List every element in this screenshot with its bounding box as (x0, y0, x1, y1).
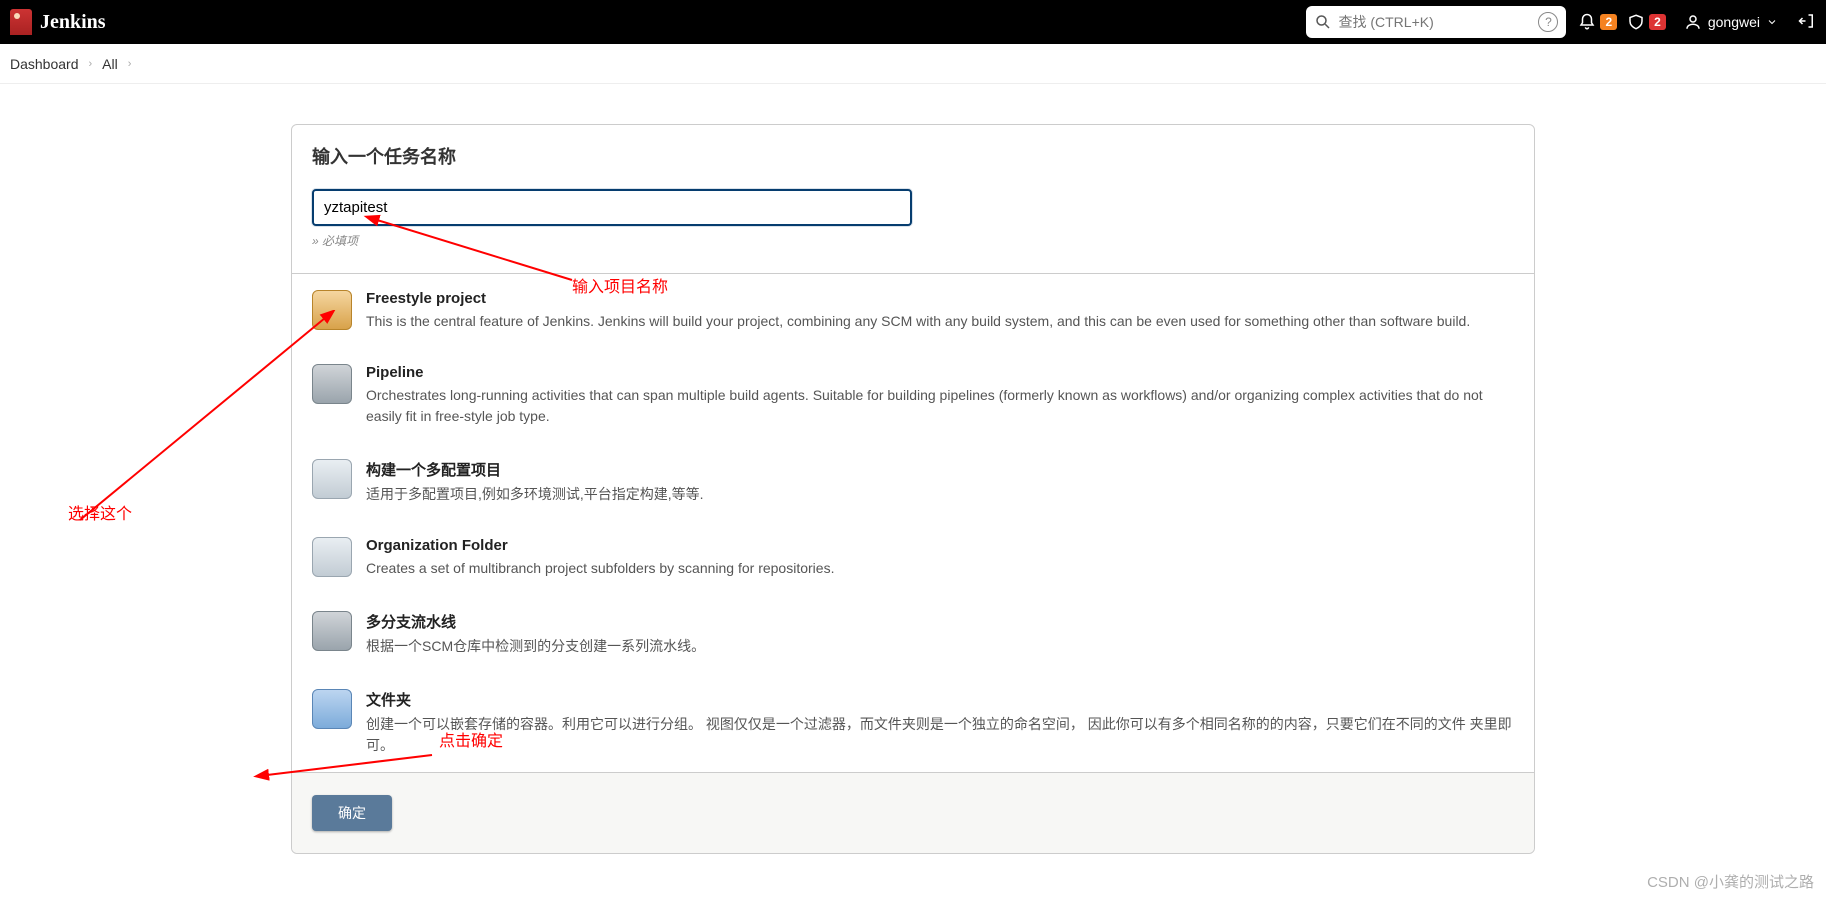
panel-footer: 确定 (292, 772, 1534, 853)
item-desc: 适用于多配置项目,例如多环境测试,平台指定构建,等等. (366, 484, 1514, 505)
ok-button[interactable]: 确定 (312, 795, 392, 831)
breadcrumb: Dashboard › All › (0, 44, 1826, 84)
item-desc: 创建一个可以嵌套存储的容器。利用它可以进行分组。 视图仅仅是一个过滤器，而文件夹… (366, 714, 1514, 756)
user-menu[interactable]: gongwei (1684, 13, 1778, 31)
chevron-right-icon: › (83, 58, 99, 70)
item-type-folder[interactable]: 文件夹 创建一个可以嵌套存储的容器。利用它可以进行分组。 视图仅仅是一个过滤器，… (312, 673, 1514, 772)
logout-button[interactable] (1798, 12, 1816, 33)
search-icon (1314, 13, 1332, 31)
breadcrumb-all[interactable]: All (102, 56, 118, 72)
required-note: » 必填项 (312, 232, 1514, 249)
bell-icon (1578, 13, 1596, 31)
item-type-multiconfig[interactable]: 构建一个多配置项目 适用于多配置项目,例如多环境测试,平台指定构建,等等. (312, 443, 1514, 521)
user-icon (1684, 13, 1702, 31)
item-title: Freestyle project (366, 290, 1514, 307)
username-label: gongwei (1708, 14, 1760, 30)
item-desc: This is the central feature of Jenkins. … (366, 311, 1514, 332)
logout-icon (1798, 12, 1816, 30)
orgfolder-icon (312, 537, 352, 577)
item-name-input[interactable] (312, 189, 912, 226)
shield-icon (1627, 13, 1645, 31)
top-bar: Jenkins ? 2 2 gongwei (0, 0, 1826, 44)
item-type-orgfolder[interactable]: Organization Folder Creates a set of mul… (312, 521, 1514, 595)
item-type-pipeline[interactable]: Pipeline Orchestrates long-running activ… (312, 348, 1514, 443)
item-desc: Orchestrates long-running activities tha… (366, 385, 1514, 427)
item-type-multibranch[interactable]: 多分支流水线 根据一个SCM仓库中检测到的分支创建一系列流水线。 (312, 595, 1514, 673)
multiconfig-icon (312, 459, 352, 499)
logo-area[interactable]: Jenkins (10, 9, 106, 35)
folder-icon (312, 689, 352, 729)
breadcrumb-dashboard[interactable]: Dashboard (10, 56, 79, 72)
multibranch-icon (312, 611, 352, 651)
help-icon[interactable]: ? (1538, 12, 1558, 32)
search-input[interactable] (1338, 14, 1532, 30)
panel-title: 输入一个任务名称 (312, 143, 1514, 169)
alerts-button[interactable]: 2 (1627, 13, 1666, 31)
brand-text: Jenkins (40, 11, 106, 34)
item-title: Organization Folder (366, 537, 1514, 554)
freestyle-icon (312, 290, 352, 330)
pipeline-icon (312, 364, 352, 404)
item-desc: 根据一个SCM仓库中检测到的分支创建一系列流水线。 (366, 636, 1514, 657)
item-type-freestyle[interactable]: Freestyle project This is the central fe… (312, 274, 1514, 348)
search-box[interactable]: ? (1306, 6, 1566, 38)
chevron-right-icon: › (122, 58, 138, 70)
item-title: Pipeline (366, 364, 1514, 381)
watermark: CSDN @小龚的测试之路 (1647, 871, 1814, 892)
item-title: 构建一个多配置项目 (366, 459, 1514, 480)
item-title: 文件夹 (366, 689, 1514, 710)
notif-badge: 2 (1600, 14, 1617, 30)
jenkins-logo-icon (10, 9, 32, 35)
item-type-list: Freestyle project This is the central fe… (292, 274, 1534, 772)
alert-badge: 2 (1649, 14, 1666, 30)
item-title: 多分支流水线 (366, 611, 1514, 632)
notifications-button[interactable]: 2 (1578, 13, 1617, 31)
chevron-down-icon (1766, 16, 1778, 28)
create-item-panel: 输入一个任务名称 » 必填项 Freestyle project This is… (291, 124, 1535, 854)
item-desc: Creates a set of multibranch project sub… (366, 558, 1514, 579)
